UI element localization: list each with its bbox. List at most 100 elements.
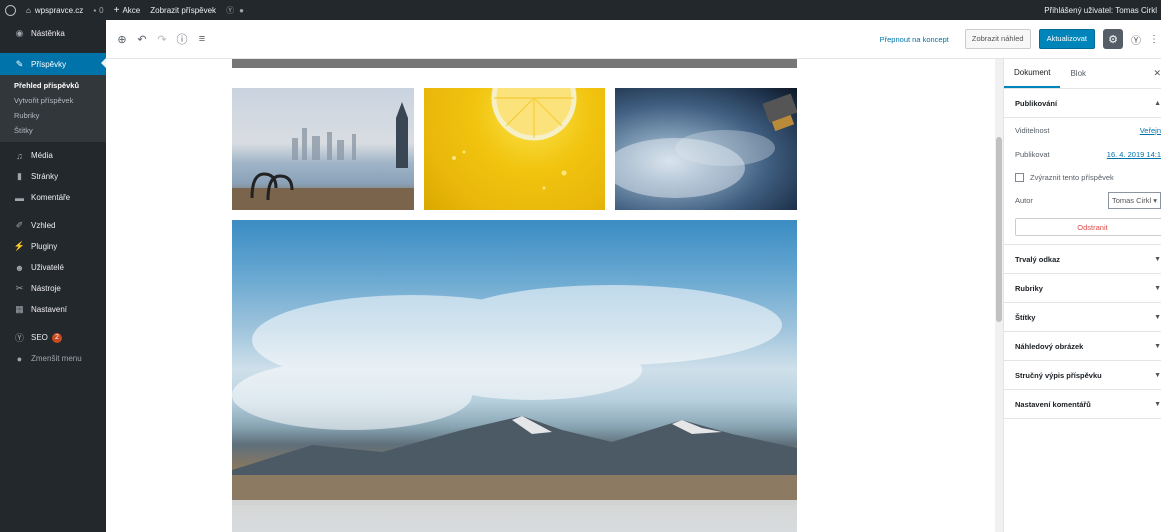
submenu-tags[interactable]: Štítky — [0, 123, 106, 138]
info-icon[interactable]: ⓘ — [174, 31, 190, 47]
close-icon[interactable]: ✕ — [1153, 68, 1161, 79]
visibility-row: Viditelnost Veřejn — [1015, 118, 1161, 142]
menu-users-label: Uživatelé — [31, 263, 64, 272]
tab-block[interactable]: Blok — [1060, 59, 1096, 88]
settings-gear-icon[interactable]: ⚙ — [1103, 29, 1123, 49]
section-excerpt[interactable]: Stručný výpis příspěvku ▼ — [1004, 361, 1161, 390]
section-tags-title: Štítky — [1015, 312, 1036, 322]
users-icon: ☻ — [14, 262, 25, 273]
menu-plugins-label: Pluginy — [31, 242, 58, 251]
settings-icon: ▦ — [15, 304, 24, 314]
yoast-menu[interactable]: Ⓨ ● — [221, 0, 249, 20]
undo-icon[interactable]: ↶ — [134, 31, 150, 47]
cover-block-strip[interactable] — [232, 59, 797, 68]
gallery-image-earth[interactable] — [615, 88, 797, 210]
author-value: Tomas Cirkl — [1111, 195, 1152, 205]
menu-appearance-label: Vzhled — [31, 221, 56, 230]
section-discussion[interactable]: Nastavení komentářů ▼ — [1004, 390, 1161, 419]
scrollbar-thumb[interactable] — [996, 137, 1002, 322]
sticky-checkbox[interactable] — [1015, 172, 1024, 182]
visibility-value[interactable]: Veřejn — [1140, 126, 1161, 135]
yoast-icon[interactable]: Ⓨ — [1131, 32, 1141, 47]
menu-collapse[interactable]: ● Zmenšit menu — [0, 348, 106, 369]
view-post-link[interactable]: Zobrazit příspěvek — [145, 0, 221, 20]
menu-comments[interactable]: ▬ Komentáře — [0, 187, 106, 208]
wrench-icon: ✂ — [15, 283, 24, 293]
editor-scrollbar[interactable] — [995, 59, 1003, 532]
publish-date-value[interactable]: 16. 4. 2019 14:1 — [1107, 150, 1161, 159]
menu-dashboard-label: Nástěnka — [31, 29, 65, 38]
publish-date-label: Publikovat — [1015, 149, 1050, 159]
menu-seo[interactable]: Ⓨ SEO 2 — [0, 327, 106, 348]
comments-link[interactable]: ▪ 0 — [88, 0, 108, 20]
comments-icon: ▬ — [15, 192, 24, 203]
menu-dashboard[interactable]: ◉ Nástěnka — [0, 23, 106, 44]
menu-posts[interactable]: ✎ Příspěvky — [0, 53, 106, 75]
menu-plugins[interactable]: ⚡ Pluginy — [0, 236, 106, 257]
site-name: wpspravce.cz — [34, 5, 84, 15]
menu-settings[interactable]: ▦ Nastavení — [0, 299, 106, 320]
yoast-icon: Ⓨ — [226, 5, 235, 15]
chevron-down-icon: ▼ — [1154, 400, 1161, 408]
sidebar-tabs: Dokument Blok ✕ — [1004, 59, 1161, 89]
update-button[interactable]: Aktualizovat — [1038, 29, 1095, 49]
submenu-add-post[interactable]: Vytvořit příspěvek — [0, 93, 106, 108]
sticky-label: Zvýraznit tento příspěvek — [1030, 172, 1114, 182]
site-name-link[interactable]: ⌂ wpspravce.cz — [21, 0, 88, 20]
section-permalink-title: Trvalý odkaz — [1015, 254, 1061, 264]
tab-document[interactable]: Dokument — [1004, 59, 1061, 88]
pages-icon: ▮ — [17, 171, 22, 181]
block-navigation-icon[interactable]: ≡ — [194, 31, 210, 47]
user-account-link[interactable]: Přihlášený uživatel: Tomas Cirkl — [1039, 0, 1161, 20]
preview-button[interactable]: Zobrazit náhled — [964, 29, 1031, 49]
add-block-icon[interactable]: ⊕ — [114, 31, 130, 47]
section-publish-title: Publikování — [1015, 98, 1058, 108]
visibility-label: Viditelnost — [1015, 125, 1050, 135]
home-icon: ⌂ — [26, 5, 31, 15]
section-tags[interactable]: Štítky ▼ — [1004, 303, 1161, 332]
submenu-all-posts[interactable]: Přehled příspěvků — [0, 78, 106, 93]
status-dot-icon: ● — [239, 5, 244, 15]
main-image-mountains[interactable] — [232, 220, 797, 532]
menu-media-label: Média — [31, 151, 53, 160]
section-categories-title: Rubriky — [1015, 283, 1043, 293]
collapse-icon: ● — [16, 353, 23, 364]
user-greeting: Přihlášený uživatel: Tomas Cirkl — [1044, 5, 1157, 15]
author-select[interactable]: Tomas Cirkl ▾ — [1107, 191, 1161, 209]
author-label: Autor — [1015, 195, 1033, 205]
chevron-down-icon: ▼ — [1154, 342, 1161, 350]
section-publish[interactable]: Publikování ▲ — [1004, 89, 1161, 118]
switch-to-draft-button[interactable]: Přepnout na koncept — [880, 35, 949, 44]
menu-seo-label: SEO — [31, 333, 48, 342]
menu-pages[interactable]: ▮ Stránky — [0, 166, 106, 187]
settings-sidebar: Dokument Blok ✕ Publikování ▲ Viditelnos… — [1003, 59, 1161, 532]
wordpress-logo-icon[interactable] — [0, 0, 21, 20]
menu-tools[interactable]: ✂ Nástroje — [0, 278, 106, 299]
more-options-icon[interactable]: ⋮ — [1149, 34, 1159, 45]
comment-icon: ▪ — [93, 5, 97, 15]
submenu-categories[interactable]: Rubriky — [0, 108, 106, 123]
brush-icon: ✐ — [15, 220, 24, 230]
section-featured-image-title: Náhledový obrázek — [1015, 341, 1084, 351]
menu-users[interactable]: ☻ Uživatelé — [0, 257, 106, 278]
menu-appearance[interactable]: ✐ Vzhled — [0, 215, 106, 236]
section-categories[interactable]: Rubriky ▼ — [1004, 274, 1161, 303]
publish-date-row: Publikovat 16. 4. 2019 14:1 — [1015, 142, 1161, 166]
chevron-down-icon: ▼ — [1154, 255, 1161, 263]
new-content-link[interactable]: + Akce — [109, 0, 146, 20]
redo-icon[interactable]: ↷ — [154, 31, 170, 47]
gallery-image-pool[interactable] — [232, 88, 414, 210]
menu-settings-label: Nastavení — [31, 305, 68, 314]
admin-sidebar: ◉ Nástěnka ✎ Příspěvky Přehled příspěvků… — [0, 20, 106, 532]
gallery-image-lemon[interactable] — [424, 88, 605, 210]
menu-comments-label: Komentáře — [31, 193, 71, 202]
section-permalink[interactable]: Trvalý odkaz ▼ — [1004, 245, 1161, 274]
chevron-down-icon: ▼ — [1154, 284, 1161, 292]
section-featured-image[interactable]: Náhledový obrázek ▼ — [1004, 332, 1161, 361]
sticky-row[interactable]: Zvýraznit tento příspěvek — [1015, 166, 1161, 188]
delete-button[interactable]: Odstranit — [1015, 218, 1161, 236]
seo-notification-badge: 2 — [51, 332, 62, 343]
plus-icon: + — [113, 4, 120, 16]
yoast-seo-icon: Ⓨ — [14, 333, 24, 343]
menu-media[interactable]: ♫ Média — [0, 145, 106, 166]
